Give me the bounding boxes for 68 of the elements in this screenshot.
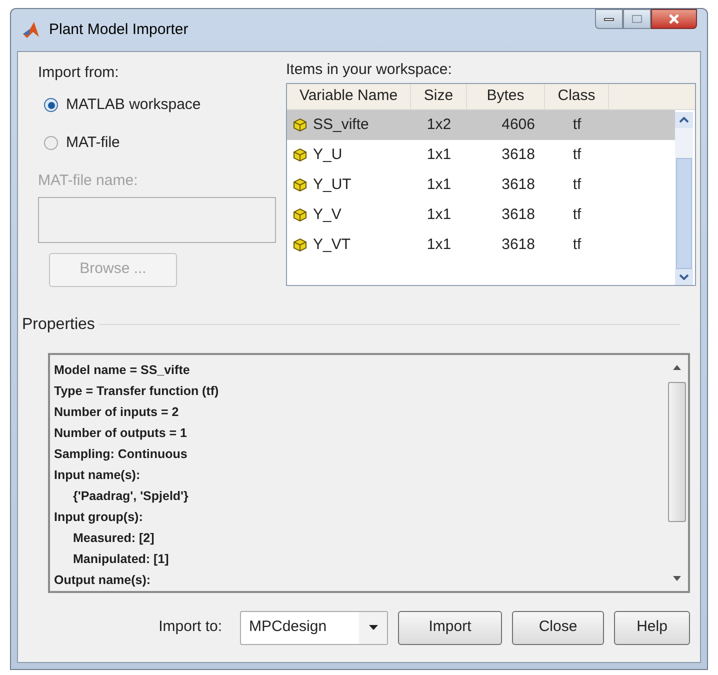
- cube-icon: [293, 178, 307, 192]
- property-line: Input group(s):: [54, 508, 144, 526]
- import-to-dropdown[interactable]: MPCdesign: [240, 610, 388, 644]
- table-cell-text: 3618: [500, 174, 536, 195]
- import-to-label: Import to:: [158, 617, 222, 638]
- table-cell-text: 1x1: [426, 204, 452, 225]
- close-icon: [668, 14, 680, 24]
- table-cell-text: 4606: [500, 114, 536, 135]
- workspace-label: Items in your workspace:: [286, 60, 453, 80]
- table-cell-text: 1x2: [426, 114, 452, 135]
- scrollbar[interactable]: [675, 112, 693, 285]
- table-row[interactable]: Y_UT 1x1 3618 tf: [287, 170, 675, 200]
- property-line: Number of inputs = 2: [54, 404, 180, 421]
- table-cell-text: tf: [572, 204, 582, 225]
- table-cell-text: Y_U: [313, 144, 342, 165]
- property-line: Type = Transfer function (tf): [54, 382, 220, 400]
- cube-icon: [293, 118, 307, 132]
- table-cell-text: 3618: [500, 144, 536, 165]
- table-row[interactable]: Y_VT 1x1 3618 tf: [287, 230, 675, 260]
- property-line: Manipulated: [1]: [72, 550, 170, 568]
- property-line: Number of outputs = 1: [54, 424, 188, 442]
- cube-icon: [293, 238, 307, 252]
- cube-icon: [293, 208, 307, 222]
- property-line: Output name(s):: [54, 572, 152, 589]
- dialog-button[interactable]: Help: [614, 610, 690, 644]
- mat-file-name-label: MAT-file name:: [38, 171, 139, 191]
- scroll-down-icon[interactable]: [679, 274, 689, 280]
- property-line: Sampling: Continuous: [54, 446, 188, 463]
- table-cell-text: Y_VT: [313, 234, 351, 255]
- table-cell-text: tf: [572, 144, 582, 165]
- table-row[interactable]: Y_U 1x1 3618 tf: [287, 140, 675, 170]
- table-cell-text: tf: [572, 234, 582, 255]
- import-from-label: Import from:: [38, 63, 120, 83]
- cube-icon: [293, 148, 307, 162]
- maximize-button[interactable]: [623, 9, 651, 29]
- table-cell-text: Y_V: [313, 204, 342, 225]
- table-cell-text: 1x1: [426, 144, 452, 165]
- dialog-button[interactable]: Close: [512, 610, 604, 644]
- property-line: {'Paadrag', 'Spjeld'}: [72, 488, 190, 505]
- caret-icon: [368, 625, 378, 630]
- table-cell-text: 3618: [500, 204, 536, 225]
- table-cell-text: tf: [572, 114, 582, 135]
- column-header[interactable]: Class: [545, 84, 609, 109]
- window-title: Plant Model Importer: [49, 20, 188, 40]
- table-cell-text: 1x1: [426, 234, 452, 255]
- column-header[interactable]: Size: [411, 84, 467, 109]
- table-cell-text: Y_UT: [313, 174, 352, 195]
- close-button[interactable]: [651, 9, 697, 29]
- properties-title: Properties: [22, 314, 95, 334]
- radio-option[interactable]: MAT-file: [38, 124, 276, 162]
- scroll-down-icon[interactable]: [673, 576, 681, 580]
- table-cell-text: tf: [572, 174, 582, 195]
- radio-option[interactable]: MATLAB workspace: [38, 86, 276, 124]
- property-line: Measured: [2]: [72, 530, 156, 547]
- table-cell-text: SS_vifte: [313, 114, 369, 135]
- scroll-up-icon[interactable]: [679, 117, 689, 123]
- dialog-button[interactable]: Import: [398, 610, 502, 644]
- table-row[interactable]: SS_vifte 1x2 4606 tf: [287, 110, 675, 140]
- property-line: Model name = SS_vifte: [54, 362, 191, 378]
- table-cell-text: 3618: [500, 234, 536, 255]
- scroll-up-icon[interactable]: [673, 364, 681, 370]
- table-row[interactable]: Y_V 1x1 3618 tf: [287, 200, 675, 230]
- property-line: Input name(s):: [54, 466, 142, 484]
- column-header[interactable]: Bytes: [467, 84, 545, 109]
- table-cell-text: 1x1: [426, 174, 452, 195]
- column-header[interactable]: Variable Name: [287, 84, 411, 109]
- minimize-button[interactable]: [595, 9, 623, 29]
- app-logo-icon: [21, 20, 41, 40]
